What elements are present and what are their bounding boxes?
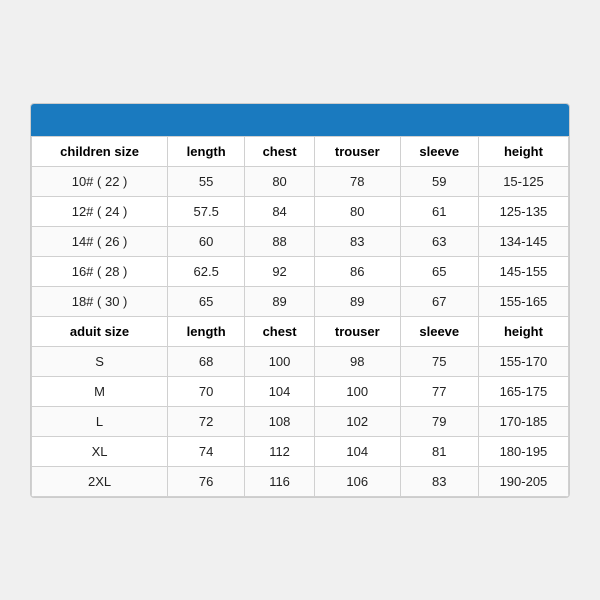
cell-chest: 112 — [245, 436, 315, 466]
cell-size: 10# ( 22 ) — [32, 166, 168, 196]
cell-chest: 88 — [245, 226, 315, 256]
cell-length: 70 — [168, 376, 245, 406]
cell-sleeve: 65 — [400, 256, 478, 286]
children-header-children-size: children size — [32, 136, 168, 166]
cell-sleeve: 63 — [400, 226, 478, 256]
cell-length: 55 — [168, 166, 245, 196]
cell-trouser: 78 — [314, 166, 400, 196]
adult-row-0: S681009875155-170 — [32, 346, 569, 376]
adult-row-2: L7210810279170-185 — [32, 406, 569, 436]
cell-height: 125-135 — [478, 196, 568, 226]
children-header-height: height — [478, 136, 568, 166]
cell-sleeve: 59 — [400, 166, 478, 196]
adult-header-aduit-size: aduit size — [32, 316, 168, 346]
adult-row-1: M7010410077165-175 — [32, 376, 569, 406]
cell-size: 14# ( 26 ) — [32, 226, 168, 256]
cell-size: S — [32, 346, 168, 376]
cell-trouser: 98 — [314, 346, 400, 376]
children-row-0: 10# ( 22 )5580785915-125 — [32, 166, 569, 196]
cell-sleeve: 61 — [400, 196, 478, 226]
cell-size: 18# ( 30 ) — [32, 286, 168, 316]
cell-chest: 80 — [245, 166, 315, 196]
cell-chest: 108 — [245, 406, 315, 436]
cell-sleeve: 79 — [400, 406, 478, 436]
cell-chest: 104 — [245, 376, 315, 406]
adult-header-height: height — [478, 316, 568, 346]
cell-chest: 89 — [245, 286, 315, 316]
cell-trouser: 102 — [314, 406, 400, 436]
cell-length: 68 — [168, 346, 245, 376]
cell-chest: 100 — [245, 346, 315, 376]
cell-size: 16# ( 28 ) — [32, 256, 168, 286]
cell-sleeve: 77 — [400, 376, 478, 406]
cell-size: XL — [32, 436, 168, 466]
cell-height: 170-185 — [478, 406, 568, 436]
size-selection-container: children sizelengthchesttrousersleevehei… — [30, 103, 570, 498]
adult-row-4: 2XL7611610683190-205 — [32, 466, 569, 496]
cell-height: 155-170 — [478, 346, 568, 376]
cell-size: L — [32, 406, 168, 436]
size-table: children sizelengthchesttrousersleevehei… — [31, 136, 569, 497]
adult-row-3: XL7411210481180-195 — [32, 436, 569, 466]
cell-size: 12# ( 24 ) — [32, 196, 168, 226]
cell-trouser: 100 — [314, 376, 400, 406]
cell-height: 145-155 — [478, 256, 568, 286]
adult-header-length: length — [168, 316, 245, 346]
children-header-sleeve: sleeve — [400, 136, 478, 166]
cell-trouser: 89 — [314, 286, 400, 316]
cell-height: 190-205 — [478, 466, 568, 496]
cell-length: 72 — [168, 406, 245, 436]
cell-length: 74 — [168, 436, 245, 466]
children-header-chest: chest — [245, 136, 315, 166]
cell-chest: 116 — [245, 466, 315, 496]
children-row-3: 16# ( 28 )62.5928665145-155 — [32, 256, 569, 286]
cell-sleeve: 75 — [400, 346, 478, 376]
cell-height: 155-165 — [478, 286, 568, 316]
adult-header-chest: chest — [245, 316, 315, 346]
cell-height: 15-125 — [478, 166, 568, 196]
cell-length: 65 — [168, 286, 245, 316]
cell-height: 165-175 — [478, 376, 568, 406]
cell-sleeve: 67 — [400, 286, 478, 316]
children-header-trouser: trouser — [314, 136, 400, 166]
cell-trouser: 83 — [314, 226, 400, 256]
cell-size: 2XL — [32, 466, 168, 496]
children-row-4: 18# ( 30 )65898967155-165 — [32, 286, 569, 316]
cell-length: 57.5 — [168, 196, 245, 226]
children-row-1: 12# ( 24 )57.5848061125-135 — [32, 196, 569, 226]
cell-chest: 84 — [245, 196, 315, 226]
cell-chest: 92 — [245, 256, 315, 286]
cell-trouser: 80 — [314, 196, 400, 226]
cell-length: 76 — [168, 466, 245, 496]
children-row-2: 14# ( 26 )60888363134-145 — [32, 226, 569, 256]
cell-length: 62.5 — [168, 256, 245, 286]
cell-sleeve: 83 — [400, 466, 478, 496]
cell-sleeve: 81 — [400, 436, 478, 466]
cell-height: 134-145 — [478, 226, 568, 256]
cell-trouser: 86 — [314, 256, 400, 286]
cell-height: 180-195 — [478, 436, 568, 466]
adult-header-trouser: trouser — [314, 316, 400, 346]
children-header-length: length — [168, 136, 245, 166]
cell-trouser: 106 — [314, 466, 400, 496]
cell-trouser: 104 — [314, 436, 400, 466]
cell-length: 60 — [168, 226, 245, 256]
adult-header-sleeve: sleeve — [400, 316, 478, 346]
table-title — [31, 104, 569, 136]
cell-size: M — [32, 376, 168, 406]
